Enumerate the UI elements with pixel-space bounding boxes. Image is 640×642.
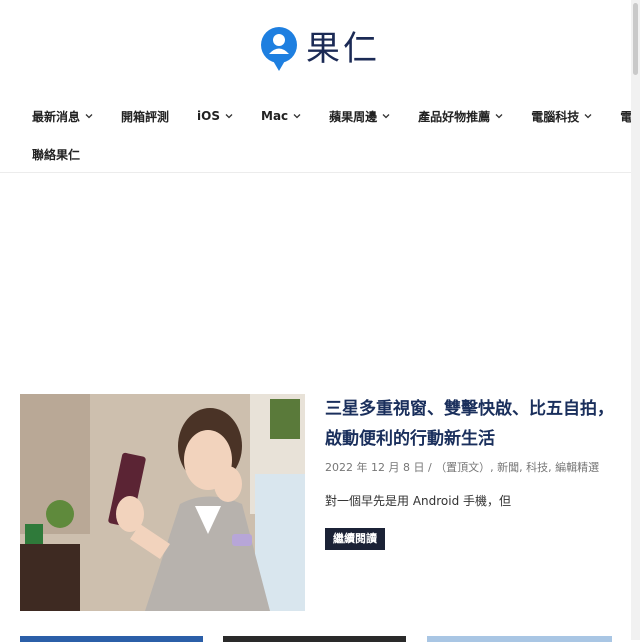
article-date[interactable]: 2022 年 12 月 8 日 — [325, 461, 424, 474]
nav-item-label: 蘋果周邊 — [329, 109, 378, 124]
article-body: 三星多重視窗、雙擊快啟、比五自拍，啟動便利的行動新生活 2022 年 12 月 … — [325, 394, 617, 550]
next-article-thumbnail[interactable] — [20, 636, 203, 642]
chevron-down-icon — [584, 114, 592, 119]
article-tags[interactable]: （置頂文）, 新聞, 科技, 編輯精選 — [435, 461, 599, 474]
chevron-down-icon — [495, 114, 503, 119]
chevron-down-icon — [293, 114, 301, 119]
chevron-down-icon — [85, 114, 93, 119]
read-more-button[interactable]: 繼續閱讀 — [325, 528, 385, 550]
nav-divider — [0, 172, 631, 173]
nav-item-label: 電腦科技 — [531, 109, 580, 124]
nav-row-secondary: 聯絡果仁 — [24, 138, 624, 170]
nav-item-label: 聯絡果仁 — [32, 147, 81, 162]
article-excerpt: 對一個早先是用 Android 手機，但 — [325, 494, 512, 508]
site-name: 果仁 — [306, 29, 380, 69]
main-nav: 最新消息開箱評測iOSMac蘋果周邊產品好物推薦電腦科技電動車 聯絡果仁 — [24, 100, 640, 170]
nav-item[interactable]: 開箱評測 — [113, 108, 169, 125]
article-thumbnail[interactable] — [20, 394, 305, 611]
nav-item[interactable]: iOS — [189, 109, 233, 123]
chevron-down-icon — [225, 114, 233, 119]
nav-item-label: iOS — [197, 109, 220, 123]
article-title[interactable]: 三星多重視窗、雙擊快啟、比五自拍，啟動便利的行動新生活 — [325, 394, 617, 454]
meta-separator: / — [424, 461, 436, 474]
chevron-down-icon — [382, 114, 390, 119]
nav-item[interactable]: 聯絡果仁 — [24, 146, 80, 163]
nav-item[interactable]: 產品好物推薦 — [410, 108, 503, 125]
next-article-thumbnail[interactable] — [223, 636, 406, 642]
nav-item[interactable]: 蘋果周邊 — [321, 108, 390, 125]
site-logo[interactable]: 果仁 — [260, 24, 380, 74]
nav-row-primary: 最新消息開箱評測iOSMac蘋果周邊產品好物推薦電腦科技電動車 — [24, 100, 640, 132]
user-bubble-icon — [260, 25, 298, 73]
nav-item[interactable]: 最新消息 — [24, 108, 93, 125]
page-scrollbar[interactable] — [631, 0, 640, 640]
page: 果仁 最新消息開箱評測iOSMac蘋果周邊產品好物推薦電腦科技電動車 聯絡果仁 — [0, 0, 640, 642]
article-meta: 2022 年 12 月 8 日 / （置頂文）, 新聞, 科技, 編輯精選 — [325, 460, 617, 476]
nav-item-label: 開箱評測 — [121, 109, 170, 124]
selfie-photo — [20, 394, 305, 611]
nav-item[interactable]: 電腦科技 — [523, 108, 592, 125]
next-article-thumbnail[interactable] — [427, 636, 612, 642]
nav-item-label: 產品好物推薦 — [418, 109, 491, 124]
nav-item-label: 最新消息 — [32, 109, 81, 124]
scrollbar-thumb[interactable] — [633, 3, 638, 75]
nav-item[interactable]: Mac — [253, 109, 301, 123]
nav-item-label: Mac — [261, 109, 289, 123]
next-articles-strip — [20, 636, 620, 642]
